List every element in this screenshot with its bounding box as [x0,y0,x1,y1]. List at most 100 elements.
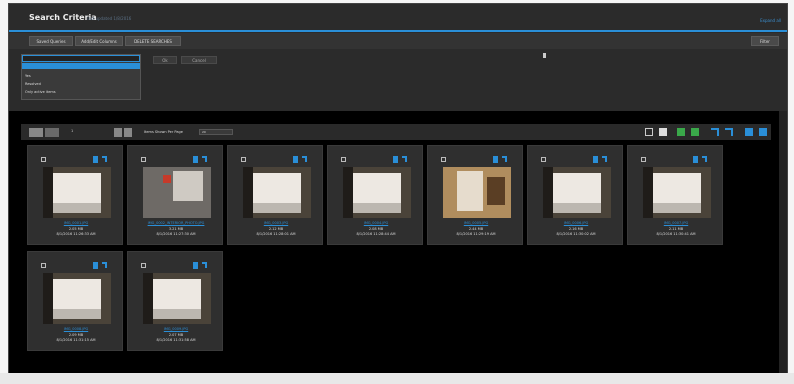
thumbnail-image[interactable] [643,167,711,218]
dropdown-option-active[interactable]: Only active items [25,90,56,94]
search-window: Search Criteria last updated 1/8/2016 Ex… [8,3,788,375]
select-checkbox[interactable] [41,263,46,268]
thumbnail-image[interactable] [143,273,211,324]
result-card[interactable]: IMG_0002_INTERIOR_PHOTO.JPG 3.21 MB 8/1/20… [127,145,223,245]
file-name-link[interactable]: IMG_0007.JPG [628,221,724,225]
document-icon[interactable] [593,156,598,163]
open-icon[interactable] [202,262,207,268]
result-card[interactable]: IMG_0001.JPG 2.05 MB 8/1/2016 11:26:33 AM [27,145,123,245]
thumb-paper [653,173,701,203]
thumbnail-image[interactable] [443,167,511,218]
document-icon[interactable] [93,262,98,269]
open-icon[interactable] [102,156,107,162]
select-checkbox[interactable] [341,157,346,162]
grid-view-icon[interactable] [45,128,59,137]
filter-button[interactable]: Filter [751,36,779,46]
open-icon[interactable] [202,156,207,162]
open-icon[interactable] [602,156,607,162]
open-icon[interactable] [102,262,107,268]
file-name-link[interactable]: IMG_0002_INTERIOR_PHOTO.JPG [128,221,224,225]
open-icon[interactable] [702,156,707,162]
page-number[interactable]: 1 [71,129,73,133]
select-checkbox[interactable] [141,157,146,162]
delete-icon[interactable] [759,128,767,136]
delete-searches-button[interactable]: DELETE SEARCHES [125,36,181,46]
file-name-link[interactable]: IMG_0004.JPG [328,221,424,225]
open-icon[interactable] [502,156,507,162]
thumb-paper-bottom [153,309,201,319]
dropdown-input[interactable] [22,55,140,62]
result-card[interactable]: IMG_0003.JPG 2.12 MB 8/1/2016 11:28:01 AM [227,145,323,245]
expand-all-link[interactable]: Expand all [760,18,781,23]
check-icon[interactable] [691,128,699,136]
document-icon[interactable] [693,156,698,163]
results-area: 1 Items Shown Per Page 20 IMG_0001.JPG 2.… [9,111,787,374]
scrollbar[interactable] [779,111,787,374]
add-edit-columns-button[interactable]: Add/Edit Columns [75,36,123,46]
thumb-paper [153,279,201,309]
result-card[interactable]: IMG_0007.JPG 2.11 MB 8/1/2016 11:30:41 AM [627,145,723,245]
result-card[interactable]: IMG_0005.JPG 2.44 MB 8/1/2016 11:29:19 AM [427,145,523,245]
file-date: 8/1/2016 11:27:30 AM [156,232,196,236]
criteria-dropdown[interactable]: Yes Resolved Only active items [21,54,141,100]
document-icon[interactable] [293,156,298,163]
file-date: 8/1/2016 11:26:33 AM [56,232,96,236]
thumb-shadow [43,273,53,324]
thumb-paper-bottom [553,203,601,213]
result-card[interactable]: IMG_0004.JPG 2.08 MB 8/1/2016 11:28:44 AM [327,145,423,245]
cancel-button[interactable]: Cancel [181,56,217,64]
result-card[interactable]: IMG_0008.JPG 2.09 MB 8/1/2016 11:31:15 AM [27,251,123,351]
open-icon[interactable] [402,156,407,162]
thumbnail-image[interactable] [143,167,211,218]
thumbnail-image[interactable] [43,273,111,324]
ok-button[interactable]: Ok [153,56,177,64]
list-view-icon[interactable] [29,128,43,137]
document-icon[interactable] [393,156,398,163]
select-checkbox[interactable] [641,157,646,162]
expand-icon[interactable] [645,128,653,136]
select-all-icon[interactable] [659,128,667,136]
title-bar: Search Criteria last updated 1/8/2016 Ex… [9,4,787,32]
select-checkbox[interactable] [541,157,546,162]
document-icon[interactable] [745,128,753,136]
select-checkbox[interactable] [41,157,46,162]
dropdown-option-yes[interactable]: Yes [25,74,31,78]
thumb-paper-bottom [353,203,401,213]
file-size: 2.05 MB [68,227,84,231]
dropdown-option-resolved[interactable]: Resolved [25,82,41,86]
thumb-paper [253,173,301,203]
next-page-button[interactable] [124,128,132,137]
thumbnail-image[interactable] [543,167,611,218]
file-date: 8/1/2016 11:31:15 AM [56,338,96,342]
file-name-link[interactable]: IMG_0003.JPG [228,221,324,225]
document-icon[interactable] [193,156,198,163]
approve-icon[interactable] [677,128,685,136]
per-page-select[interactable]: 20 [199,129,233,135]
select-checkbox[interactable] [441,157,446,162]
document-icon[interactable] [193,262,198,269]
document-icon[interactable] [93,156,98,163]
result-card[interactable]: IMG_0006.JPG 2.16 MB 8/1/2016 11:30:02 AM [527,145,623,245]
file-name-link[interactable]: IMG_0008.JPG [28,327,124,331]
file-name-link[interactable]: IMG_0009.JPG [128,327,224,331]
thumbnail-image[interactable] [343,167,411,218]
file-name-link[interactable]: IMG_0005.JPG [428,221,524,225]
result-card[interactable]: IMG_0009.JPG 2.07 MB 8/1/2016 11:31:58 AM [127,251,223,351]
file-name-link[interactable]: IMG_0001.JPG [28,221,124,225]
file-date: 8/1/2016 11:30:41 AM [656,232,696,236]
saved-queries-button[interactable]: Saved Queries [29,36,73,46]
share-icon[interactable] [725,128,733,136]
file-size: 2.08 MB [368,227,384,231]
select-checkbox[interactable] [241,157,246,162]
thumbnail-image[interactable] [243,167,311,218]
thumb-paper-bottom [653,203,701,213]
file-size: 2.11 MB [668,227,684,231]
document-icon[interactable] [493,156,498,163]
thumb-panel [173,171,203,201]
select-checkbox[interactable] [141,263,146,268]
open-icon[interactable] [302,156,307,162]
prev-page-button[interactable] [114,128,122,137]
thumbnail-image[interactable] [43,167,111,218]
export-icon[interactable] [711,128,719,136]
file-name-link[interactable]: IMG_0006.JPG [528,221,624,225]
